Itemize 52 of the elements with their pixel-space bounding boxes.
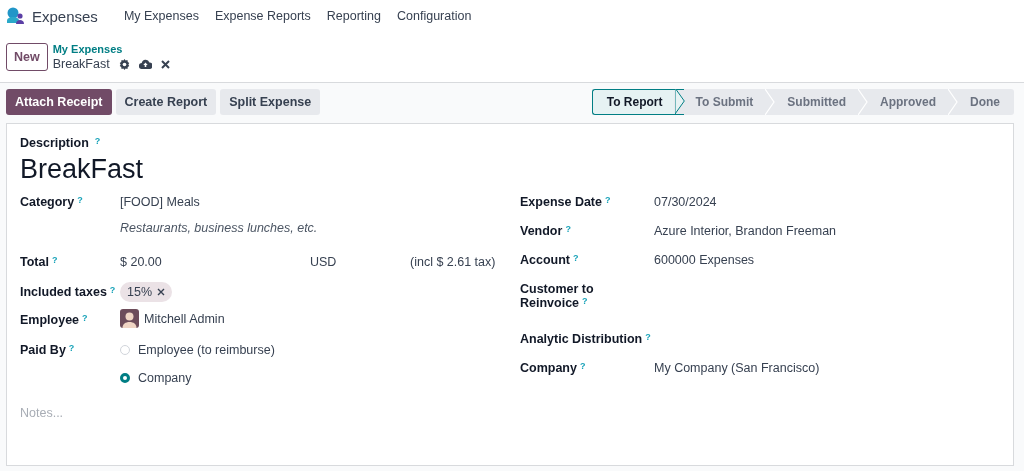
- menu-item[interactable]: Expense Reports: [206, 9, 319, 23]
- settings-icon[interactable]: [118, 58, 130, 70]
- field-label: Paid By ?: [20, 343, 75, 357]
- record-title[interactable]: BreakFast: [20, 154, 1000, 185]
- radio-label[interactable]: Company: [138, 371, 192, 385]
- action-button[interactable]: Split Expense: [220, 89, 321, 115]
- field-value[interactable]: Azure Interior, Brandon Freeman: [654, 224, 1000, 238]
- currency-value[interactable]: USD: [310, 255, 410, 269]
- discard-icon[interactable]: [160, 59, 170, 69]
- field-label: Customer to Reinvoice ?: [520, 282, 594, 310]
- chevron-icon: [858, 89, 868, 115]
- cloud-upload-icon[interactable]: [138, 59, 152, 69]
- field-label: Vendor ?: [520, 224, 571, 238]
- field-label: Expense Date ?: [520, 195, 611, 209]
- field-value[interactable]: 07/30/2024: [654, 195, 1000, 209]
- chevron-icon: [948, 89, 958, 115]
- field-label: Category ?: [20, 195, 83, 209]
- menu-item[interactable]: My Expenses: [115, 9, 207, 23]
- avatar-icon: [120, 309, 139, 328]
- field-value[interactable]: 600000 Expenses: [654, 253, 1000, 267]
- menu-item[interactable]: Reporting: [318, 9, 389, 23]
- field-description: Restaurants, business lunches, etc.: [120, 221, 319, 235]
- field-value[interactable]: [FOOD] Meals: [120, 195, 500, 209]
- status-step[interactable]: Done: [958, 89, 1014, 115]
- status-step[interactable]: Approved: [868, 89, 958, 115]
- status-step[interactable]: To Submit: [683, 89, 776, 115]
- field-label: Account ?: [520, 253, 579, 267]
- remove-icon[interactable]: [157, 288, 166, 296]
- field-label: Analytic Distribution ?: [520, 332, 651, 346]
- chevron-icon: [765, 89, 776, 115]
- field-value[interactable]: My Company (San Francisco): [654, 361, 1000, 375]
- breadcrumb-link[interactable]: My Expenses: [52, 43, 170, 55]
- status-step[interactable]: To Report: [591, 89, 684, 115]
- employee-name[interactable]: Mitchell Admin: [144, 311, 225, 326]
- field-label: Total ?: [20, 255, 58, 269]
- tax-note: (incl $ 2.61 tax): [410, 255, 496, 269]
- action-button[interactable]: Attach Receipt: [6, 89, 112, 115]
- status-step[interactable]: Submitted: [775, 89, 868, 115]
- menu-item[interactable]: Configuration: [389, 9, 480, 23]
- app-logo-icon[interactable]: [6, 7, 26, 25]
- new-button[interactable]: New: [6, 43, 48, 71]
- field-label: Included taxes ?: [20, 285, 116, 299]
- amount-value[interactable]: $ 20.00: [120, 255, 310, 269]
- app-name[interactable]: Expenses: [32, 7, 98, 25]
- field-label: Employee ?: [20, 313, 88, 327]
- field-label: Description: [20, 136, 89, 150]
- action-button[interactable]: Create Report: [115, 89, 217, 115]
- radio-button[interactable]: [120, 373, 130, 383]
- radio-label[interactable]: Employee (to reimburse): [138, 343, 275, 357]
- record-name: BreakFast: [52, 57, 110, 71]
- tax-tag: 15%: [120, 282, 173, 302]
- field-label: Company ?: [520, 361, 586, 375]
